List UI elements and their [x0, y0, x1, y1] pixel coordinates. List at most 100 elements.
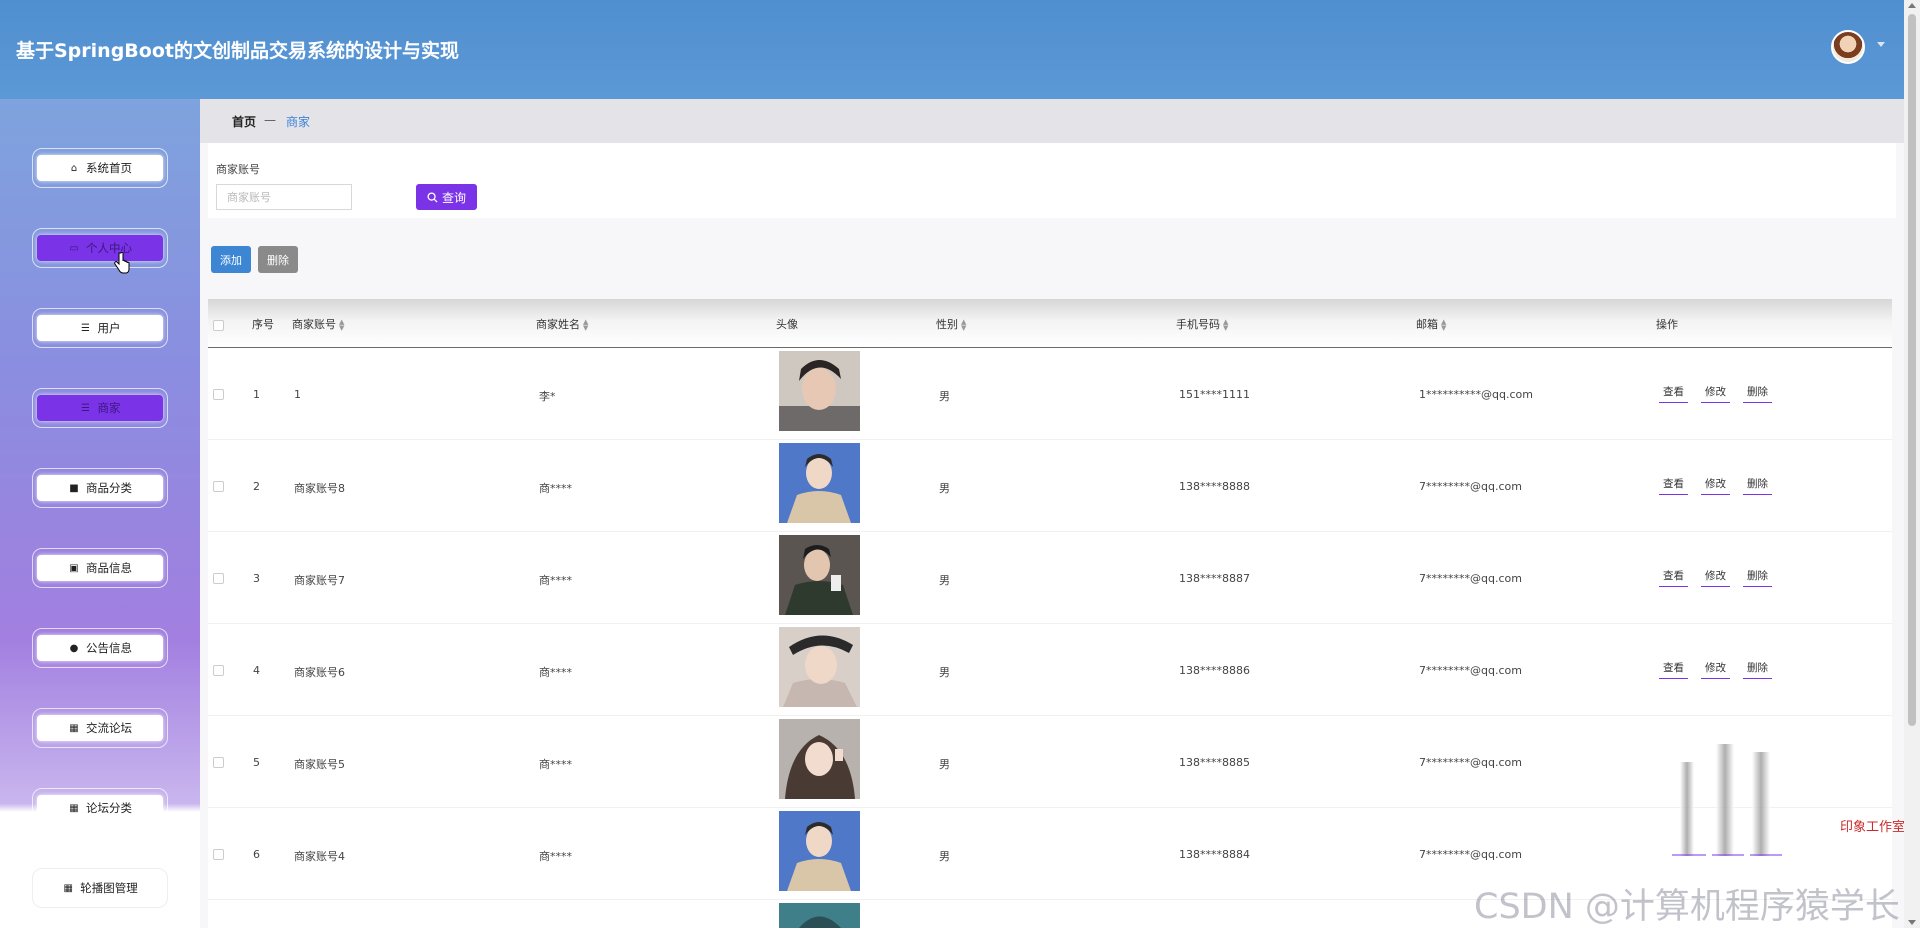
row-email: 7********@qq.com	[1419, 848, 1522, 861]
row-name: 李*	[539, 390, 556, 403]
row-checkbox[interactable]	[213, 665, 224, 676]
row-phone: 138****8887	[1179, 572, 1250, 585]
scrollbar-thumb[interactable]	[1908, 14, 1916, 726]
row-checkbox[interactable]	[213, 849, 224, 860]
table-row	[208, 624, 1892, 716]
sidebar-item-announcements[interactable]: ● 公告信息	[32, 628, 168, 668]
view-button[interactable]: 查看	[1659, 476, 1688, 495]
chevron-down-icon[interactable]	[1877, 42, 1885, 47]
row-account: 商家账号7	[294, 574, 345, 587]
sort-icon[interactable]: ▲ ▼	[1223, 319, 1228, 332]
delete-button[interactable]: 删除	[1743, 384, 1772, 403]
scroll-down-icon[interactable]	[1908, 920, 1916, 925]
sort-icon[interactable]: ▲ ▼	[339, 319, 344, 332]
sort-icon[interactable]: ▲ ▼	[1441, 319, 1446, 332]
row-index: 6	[253, 848, 260, 861]
user-icon: ●	[69, 642, 79, 654]
sidebar-item-product-category[interactable]: ■ 商品分类	[32, 468, 168, 508]
sidebar-item-merchants[interactable]: ☰ 商家	[32, 388, 168, 428]
row-account: 商家账号6	[294, 666, 345, 679]
breadcrumb-separator: —	[264, 113, 276, 127]
edit-button[interactable]: 修改	[1701, 660, 1730, 679]
merchant-avatar-photo	[779, 443, 860, 523]
sidebar-item-forum[interactable]: ▦ 交流论坛	[32, 708, 168, 748]
grid-icon: ▦	[69, 802, 79, 814]
delete-button[interactable]: 删除	[1743, 476, 1772, 495]
col-email-label: 邮箱	[1416, 318, 1438, 331]
col-email[interactable]: 邮箱 ▲ ▼	[1416, 316, 1446, 332]
sort-icon[interactable]: ▲ ▼	[583, 319, 588, 332]
col-gender-label: 性别	[936, 318, 958, 331]
loading-bars-graphic	[1672, 744, 1782, 856]
list-icon: ☰	[81, 402, 90, 414]
grid-icon: ▦	[63, 882, 73, 894]
row-email: 7********@qq.com	[1419, 480, 1522, 493]
merchant-avatar-photo	[779, 627, 860, 707]
row-checkbox[interactable]	[213, 757, 224, 768]
edit-button[interactable]: 修改	[1701, 568, 1730, 587]
sort-icon[interactable]: ▲ ▼	[961, 319, 966, 332]
col-index: 序号	[252, 318, 274, 331]
select-all-checkbox[interactable]	[213, 320, 224, 331]
col-gender[interactable]: 性别 ▲ ▼	[936, 316, 966, 332]
row-gender: 男	[939, 482, 950, 495]
row-checkbox[interactable]	[213, 573, 224, 584]
col-name[interactable]: 商家姓名 ▲ ▼	[536, 316, 588, 332]
row-account: 商家账号4	[294, 850, 345, 863]
row-gender: 男	[939, 574, 950, 587]
row-gender: 男	[939, 850, 950, 863]
app-title: 基于SpringBoot的文创制品交易系统的设计与实现	[16, 40, 459, 62]
search-icon	[427, 191, 438, 203]
sidebar-item-forum-category[interactable]: ▦ 论坛分类	[32, 788, 168, 828]
sidebar-item-home[interactable]: ⌂ 系统首页	[32, 148, 168, 188]
scrollbar[interactable]	[1904, 0, 1920, 928]
row-account: 商家账号8	[294, 482, 345, 495]
chart-icon: ■	[69, 482, 79, 494]
row-account: 1	[294, 388, 301, 401]
sidebar-item-carousel[interactable]: ▦ 轮播图管理	[32, 868, 168, 908]
user-avatar[interactable]	[1831, 30, 1865, 64]
row-index: 1	[253, 388, 260, 401]
table-row	[208, 716, 1892, 808]
edit-button[interactable]: 修改	[1701, 476, 1730, 495]
row-email: 7********@qq.com	[1419, 664, 1522, 677]
row-checkbox[interactable]	[213, 481, 224, 492]
merchant-avatar-photo	[779, 351, 860, 431]
table-row	[208, 532, 1892, 624]
row-gender: 男	[939, 758, 950, 771]
add-button[interactable]: 添加	[211, 246, 251, 273]
sidebar-item-users[interactable]: ☰ 用户	[32, 308, 168, 348]
merchant-avatar-photo	[779, 719, 860, 799]
col-account-label: 商家账号	[292, 318, 336, 331]
view-button[interactable]: 查看	[1659, 660, 1688, 679]
sidebar-item-label: 商品信息	[86, 561, 132, 575]
search-input[interactable]	[216, 184, 352, 210]
merchant-avatar-photo	[779, 903, 860, 928]
row-index: 4	[253, 664, 260, 677]
row-gender: 男	[939, 666, 950, 679]
view-button[interactable]: 查看	[1659, 384, 1688, 403]
sidebar-item-profile[interactable]: ▭ 个人中心	[32, 228, 168, 268]
breadcrumb-current: 商家	[286, 115, 311, 129]
side-note-text: 印象工作室	[1840, 820, 1906, 835]
row-checkbox[interactable]	[213, 389, 224, 400]
batch-delete-button[interactable]: 删除	[258, 246, 298, 273]
view-button[interactable]: 查看	[1659, 568, 1688, 587]
breadcrumb-home[interactable]: 首页	[232, 113, 256, 130]
row-email: 1**********@qq.com	[1419, 388, 1533, 401]
col-account[interactable]: 商家账号 ▲ ▼	[292, 316, 344, 332]
search-label: 商家账号	[216, 163, 260, 176]
row-phone: 151****1111	[1179, 388, 1250, 401]
delete-button[interactable]: 删除	[1743, 660, 1772, 679]
sidebar-item-product-info[interactable]: ▣ 商品信息	[32, 548, 168, 588]
col-phone[interactable]: 手机号码 ▲ ▼	[1176, 316, 1228, 332]
col-name-label: 商家姓名	[536, 318, 580, 331]
row-email: 7********@qq.com	[1419, 756, 1522, 769]
delete-button[interactable]: 删除	[1743, 568, 1772, 587]
sidebar-item-label: 系统首页	[86, 161, 132, 175]
home-icon: ⌂	[70, 162, 78, 174]
scroll-up-icon[interactable]	[1908, 3, 1916, 8]
search-button[interactable]: 查询	[416, 184, 477, 210]
row-name: 商****	[539, 666, 572, 679]
edit-button[interactable]: 修改	[1701, 384, 1730, 403]
